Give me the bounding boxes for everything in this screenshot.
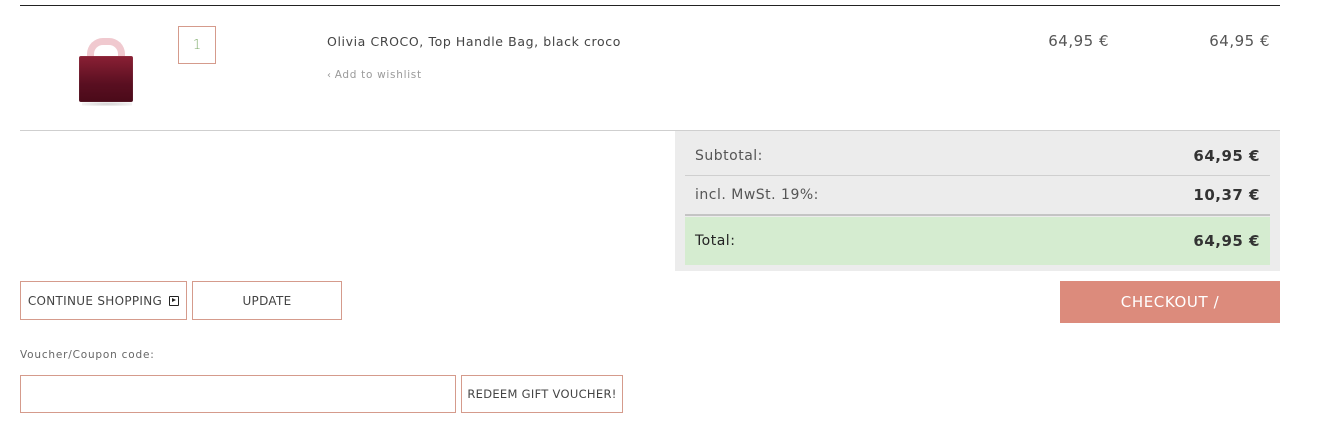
grand-total-row: Total: 64,95 €: [685, 217, 1270, 265]
voucher-code-input[interactable]: [20, 375, 456, 413]
continue-shopping-button[interactable]: CONTINUE SHOPPING: [20, 281, 187, 320]
quantity-input[interactable]: 1: [178, 26, 216, 64]
play-square-icon: [169, 295, 180, 306]
total-value: 64,95 €: [1193, 232, 1260, 250]
total-label: Total:: [695, 233, 736, 249]
subtotal-row: Subtotal: 64,95 €: [685, 136, 1270, 176]
unit-price: 64,95 €: [1048, 32, 1109, 50]
continue-shopping-label: CONTINUE SHOPPING: [27, 293, 163, 308]
update-label: UPDATE: [242, 293, 292, 308]
checkout-button[interactable]: CHECKOUT /: [1060, 281, 1280, 323]
cart-item-row: 1 Olivia CROCO, Top Handle Bag, black cr…: [20, 6, 1280, 131]
update-cart-button[interactable]: UPDATE: [192, 281, 342, 320]
bag-shadow-graphic: [82, 102, 132, 106]
subtotal-value: 64,95 €: [1193, 146, 1260, 165]
product-name-link[interactable]: Olivia CROCO, Top Handle Bag, black croc…: [327, 34, 621, 49]
checkout-label: CHECKOUT /: [1120, 293, 1220, 311]
product-image[interactable]: [78, 38, 136, 108]
order-totals-panel: Subtotal: 64,95 € incl. MwSt. 19%: 10,37…: [675, 131, 1280, 271]
tax-label: incl. MwSt. 19%:: [695, 187, 819, 203]
tax-value: 10,37 €: [1193, 186, 1260, 204]
voucher-code-label: Voucher/Coupon code:: [20, 349, 155, 361]
wishlist-label: Add to wishlist: [334, 69, 422, 81]
chevron-left-icon: ‹: [327, 70, 332, 81]
subtotal-label: Subtotal:: [695, 147, 763, 164]
line-total-price: 64,95 €: [1209, 32, 1270, 50]
tax-row: incl. MwSt. 19%: 10,37 €: [685, 176, 1270, 216]
redeem-voucher-button[interactable]: REDEEM GIFT VOUCHER!: [461, 375, 623, 413]
add-to-wishlist-link[interactable]: ‹ Add to wishlist: [327, 69, 422, 81]
bag-body-graphic: [79, 56, 133, 102]
redeem-voucher-label: REDEEM GIFT VOUCHER!: [467, 387, 617, 401]
